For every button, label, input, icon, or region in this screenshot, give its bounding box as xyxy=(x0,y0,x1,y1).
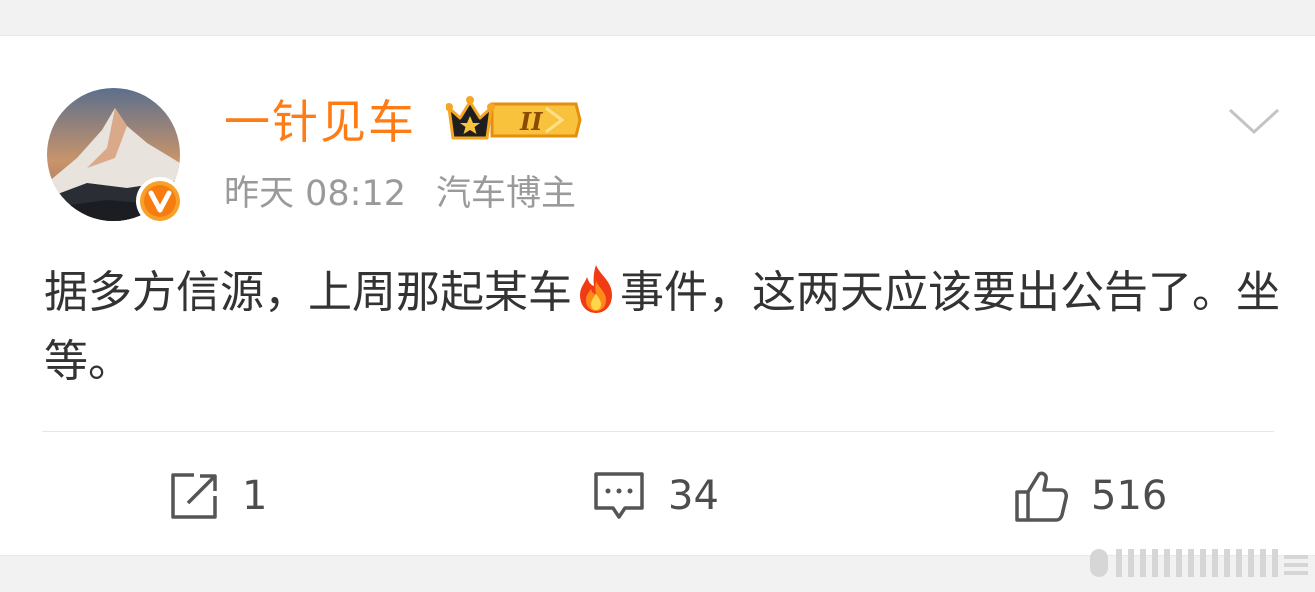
watermark-icon xyxy=(1090,549,1308,577)
post-time: 昨天 08:12 xyxy=(224,174,406,214)
post-text-part-1: 据多方信源，上周那起某车 xyxy=(44,267,572,318)
post-text: 据多方信源，上周那起某车 事件，这两天应该要出公告了。坐等。 xyxy=(44,258,1284,396)
divider xyxy=(42,431,1274,432)
repost-icon xyxy=(171,473,217,519)
post-meta: 昨天 08:12 汽车博主 xyxy=(224,169,576,219)
verified-v-icon xyxy=(136,177,184,225)
like-button[interactable]: 516 xyxy=(1013,464,1167,528)
like-count: 516 xyxy=(1091,473,1168,519)
username[interactable]: 一针见车 xyxy=(224,92,416,152)
comment-icon xyxy=(594,472,644,519)
post-category: 汽车博主 xyxy=(436,174,577,214)
chevron-down-icon[interactable] xyxy=(1226,102,1282,138)
thumbs-up-icon xyxy=(1015,471,1068,522)
fire-icon xyxy=(580,265,612,313)
repost-button[interactable]: 1 xyxy=(168,464,267,528)
repost-count: 1 xyxy=(242,473,268,519)
weibo-post-card: 一针见车 II 昨天 08:12 汽车博主 据多方信源，上周那起某车 事件，这两天… xyxy=(0,35,1315,556)
level-badge-text: II xyxy=(519,107,543,136)
comment-button[interactable]: 34 xyxy=(592,464,719,528)
comment-count: 34 xyxy=(668,473,719,519)
member-crown-badge-icon: II xyxy=(446,96,582,140)
